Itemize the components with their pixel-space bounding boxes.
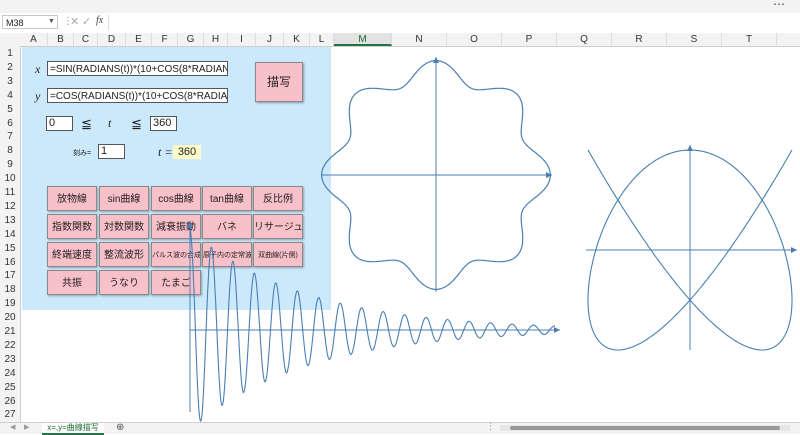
axis-arrowheads [187,57,797,333]
axes [189,57,797,412]
tab-scroll-left-icon[interactable]: ◀ [10,423,15,431]
sheet-tab-active[interactable]: x=,y=曲線描写 [42,423,104,435]
sheet-tab-bar: ◀ ▶ x=,y=曲線描写 ⊕ ⋮ [0,421,800,435]
damped-oscillation-curve [189,229,555,422]
separator-icon: ⋮ [486,421,495,431]
tab-scroll-right-icon[interactable]: ▶ [24,423,29,431]
curve-drawings [187,57,797,422]
add-sheet-icon[interactable]: ⊕ [116,422,124,433]
horizontal-scroll-thumb[interactable] [510,426,780,430]
